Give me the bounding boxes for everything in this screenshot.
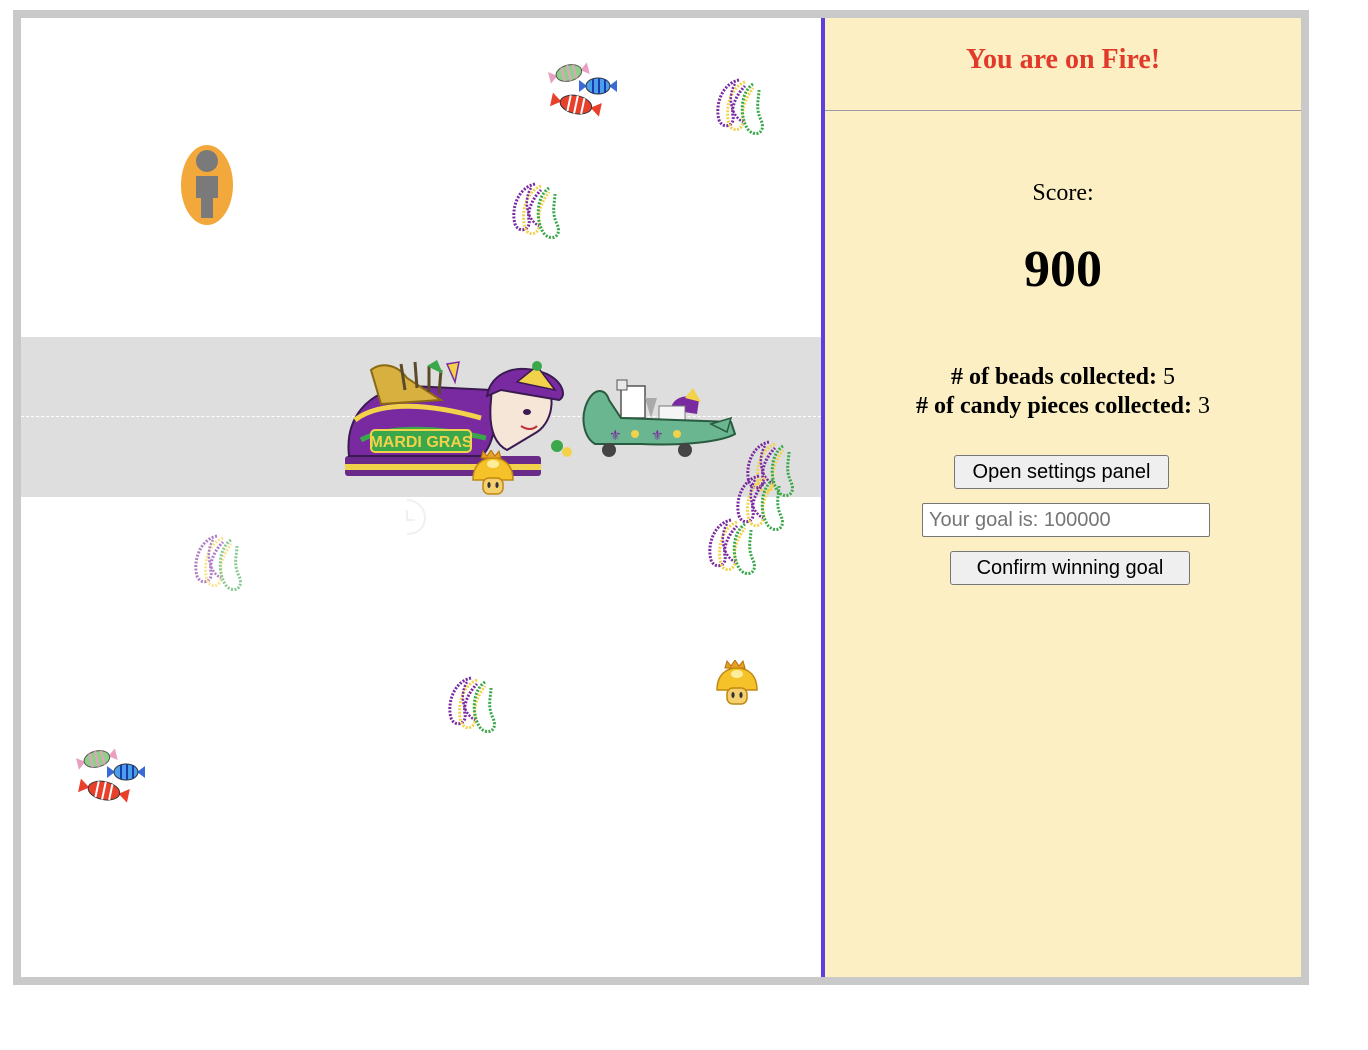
game-area[interactable]: MARDI GRAS ⚜ ⚜ [21, 18, 821, 977]
status-message: You are on Fire! [965, 44, 1161, 75]
beads-icon[interactable] [709, 76, 773, 144]
goal-input[interactable] [922, 503, 1210, 537]
svg-text:⚜: ⚜ [651, 429, 664, 444]
beads-collected-stat: # of beads collected: 5 [825, 364, 1301, 391]
beads-icon[interactable] [441, 674, 505, 742]
float-banner-text: MARDI GRAS [369, 434, 472, 451]
candy-collected-stat: # of candy pieces collected: 3 [825, 393, 1301, 420]
beads-icon[interactable] [729, 472, 793, 540]
panel-rule [825, 110, 1301, 111]
beads-collected-count: 5 [1162, 364, 1175, 390]
confirm-goal-button[interactable]: Confirm winning goal [950, 551, 1190, 585]
candy-icon[interactable] [71, 744, 151, 812]
beads-icon[interactable] [187, 532, 251, 600]
person-icon[interactable] [180, 144, 234, 226]
candy-collected-label: # of candy pieces collected: [916, 393, 1192, 419]
candy-collected-count: 3 [1197, 393, 1210, 419]
score-value: 900 [1024, 241, 1102, 298]
svg-text:⚜: ⚜ [609, 429, 622, 444]
golden-mushroom-icon[interactable] [471, 450, 515, 496]
beads-collected-label: # of beads collected: [951, 364, 1157, 390]
alligator-float-icon[interactable]: ⚜ ⚜ [581, 378, 739, 462]
score-label: Score: [1032, 180, 1094, 206]
score-panel: You are on Fire! Score: 900 # of beads c… [825, 18, 1301, 977]
golden-mushroom-icon[interactable] [715, 660, 759, 706]
open-settings-button[interactable]: Open settings panel [954, 455, 1169, 489]
faded-icon [406, 499, 427, 535]
beads-icon[interactable] [505, 180, 569, 248]
mardi-gras-float-icon[interactable]: MARDI GRAS [341, 360, 573, 482]
candy-icon[interactable] [543, 58, 623, 126]
